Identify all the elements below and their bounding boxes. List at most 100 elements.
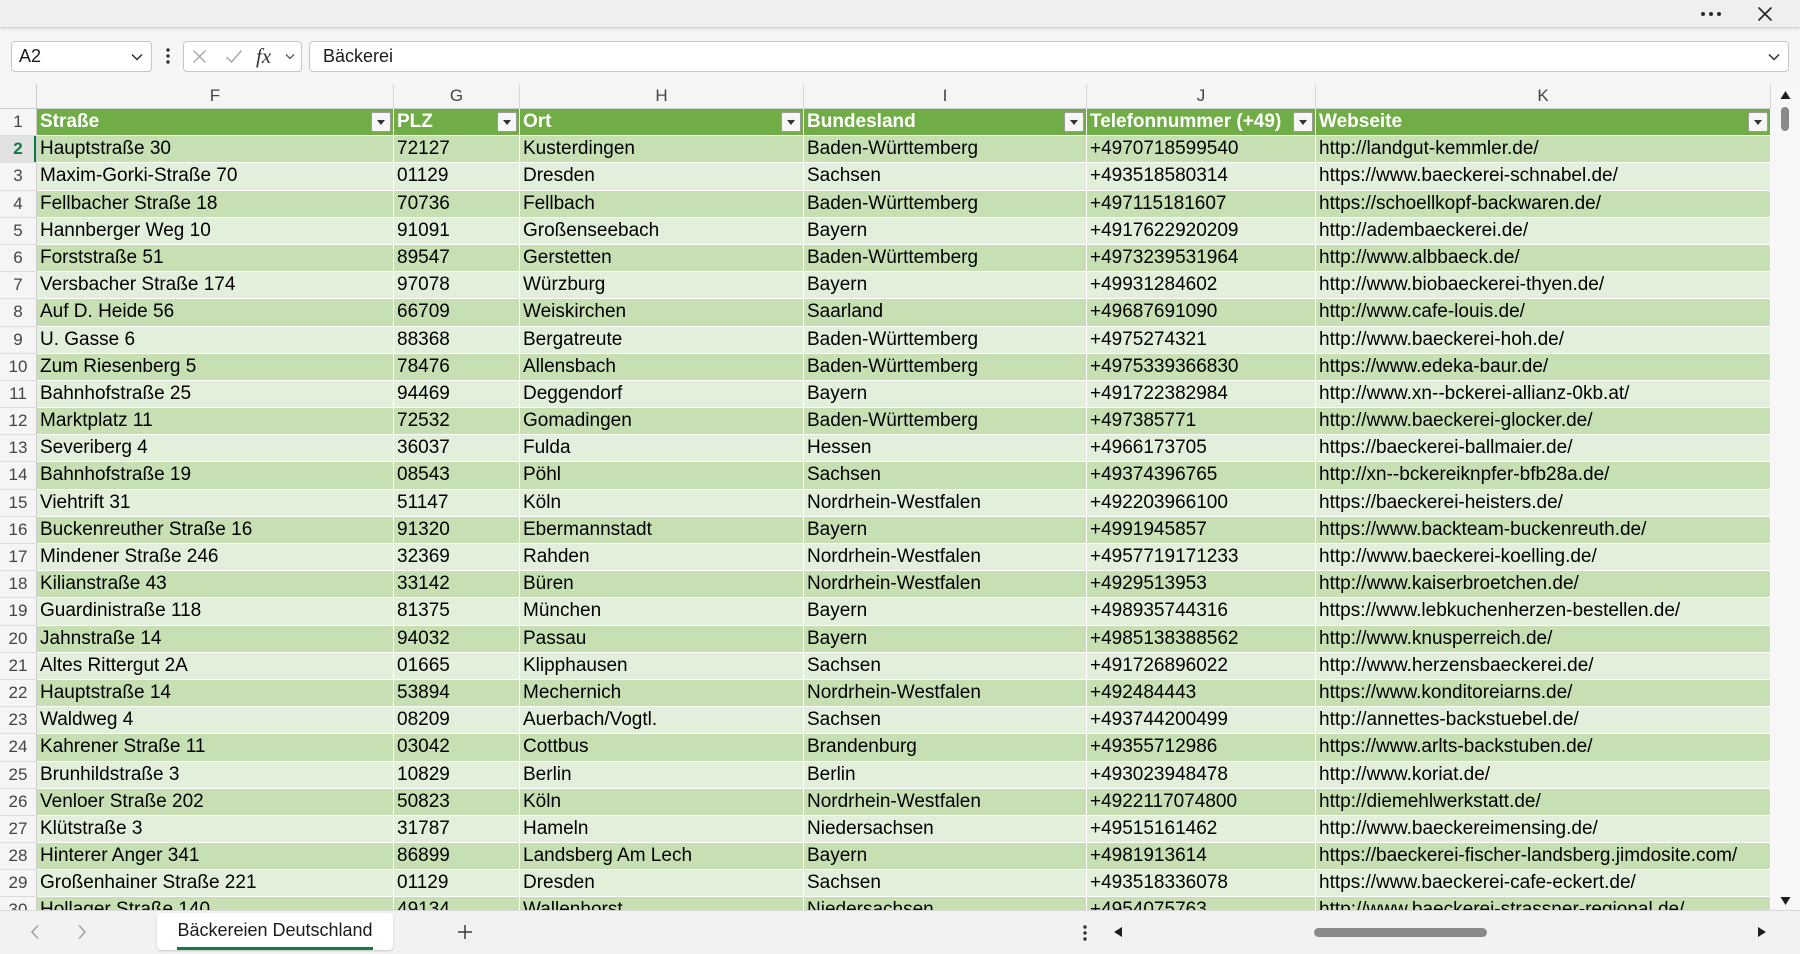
cell-f26[interactable]: Venloer Straße 202 — [37, 788, 394, 816]
cell-h11[interactable]: Deggendorf — [520, 380, 804, 409]
cell-j14[interactable]: +49374396765 — [1087, 462, 1316, 490]
cell-i18[interactable]: Nordrhein-Westfalen — [804, 571, 1087, 599]
header-cell-j1[interactable]: Telefonnummer (+49) — [1087, 109, 1316, 137]
cell-h21[interactable]: Klipphausen — [520, 652, 804, 680]
cell-h26[interactable]: Köln — [520, 788, 804, 816]
vertical-scrollbar[interactable] — [1771, 84, 1800, 910]
cell-h14[interactable]: Pöhl — [520, 462, 804, 490]
chevron-down-icon[interactable] — [131, 53, 143, 61]
sheet-tab-active[interactable]: Bäckereien Deutschland — [157, 913, 393, 950]
cell-g22[interactable]: 53894 — [394, 679, 520, 708]
cell-j5[interactable]: +4917622920209 — [1087, 217, 1316, 245]
cell-i23[interactable]: Sachsen — [804, 707, 1087, 735]
cell-k23[interactable]: http://annettes-backstuebel.de/ — [1316, 707, 1771, 735]
cell-f28[interactable]: Hinterer Anger 341 — [37, 843, 394, 871]
cell-k19[interactable]: https://www.lebkuchenherzen-bestellen.de… — [1316, 598, 1771, 626]
cell-j20[interactable]: +4985138388562 — [1087, 625, 1316, 653]
check-icon[interactable] — [225, 49, 243, 64]
cell-f29[interactable]: Großenhainer Straße 221 — [37, 870, 394, 898]
cell-h25[interactable]: Berlin — [520, 761, 804, 789]
filter-dropdown-button-h[interactable] — [781, 112, 801, 132]
cell-j19[interactable]: +498935744316 — [1087, 598, 1316, 626]
column-header-k[interactable]: K — [1316, 84, 1771, 109]
cell-f14[interactable]: Bahnhofstraße 19 — [37, 462, 394, 490]
cell-k26[interactable]: http://diemehlwerkstatt.de/ — [1316, 788, 1771, 816]
cell-i8[interactable]: Saarland — [804, 299, 1087, 327]
cell-f5[interactable]: Hannberger Weg 10 — [37, 217, 394, 245]
column-header-f[interactable]: F — [37, 84, 394, 109]
cell-i27[interactable]: Niedersachsen — [804, 815, 1087, 844]
cell-g20[interactable]: 94032 — [394, 625, 520, 653]
cell-g19[interactable]: 81375 — [394, 598, 520, 626]
cell-f21[interactable]: Altes Rittergut 2A — [37, 652, 394, 680]
cell-k3[interactable]: https://www.baeckerei-schnabel.de/ — [1316, 163, 1771, 191]
cell-g14[interactable]: 08543 — [394, 462, 520, 490]
cell-k28[interactable]: https://baeckerei-fischer-landsberg.jimd… — [1316, 843, 1771, 871]
cell-i29[interactable]: Sachsen — [804, 870, 1087, 898]
cell-h17[interactable]: Rahden — [520, 544, 804, 572]
cell-h12[interactable]: Gomadingen — [520, 408, 804, 436]
cell-j28[interactable]: +4981913614 — [1087, 843, 1316, 871]
cell-f24[interactable]: Kahrener Straße 11 — [37, 734, 394, 762]
row-header-28[interactable]: 28 — [0, 843, 37, 871]
cell-h24[interactable]: Cottbus — [520, 734, 804, 762]
close-button[interactable] — [1752, 2, 1778, 26]
cell-k5[interactable]: http://adembaeckerei.de/ — [1316, 217, 1771, 245]
cell-k2[interactable]: http://landgut-kemmler.de/ — [1316, 136, 1771, 164]
chevron-right-icon[interactable] — [77, 924, 87, 940]
insert-function-button[interactable]: fx — [256, 42, 271, 71]
row-header-20[interactable]: 20 — [0, 625, 37, 653]
cell-k8[interactable]: http://www.cafe-louis.de/ — [1316, 299, 1771, 327]
row-header-11[interactable]: 11 — [0, 380, 37, 409]
cell-j23[interactable]: +493744200499 — [1087, 707, 1316, 735]
cell-k18[interactable]: http://www.kaiserbroetchen.de/ — [1316, 571, 1771, 599]
chevron-left-icon[interactable] — [30, 924, 40, 940]
cell-h2[interactable]: Kusterdingen — [520, 136, 804, 164]
cell-f4[interactable]: Fellbacher Straße 18 — [37, 190, 394, 218]
header-cell-h1[interactable]: Ort — [520, 109, 804, 137]
cell-f25[interactable]: Brunhildstraße 3 — [37, 761, 394, 789]
scroll-up-arrow-icon[interactable] — [1780, 90, 1791, 100]
row-header-13[interactable]: 13 — [0, 435, 37, 463]
cell-g11[interactable]: 94469 — [394, 380, 520, 409]
row-header-16[interactable]: 16 — [0, 516, 37, 544]
cell-f3[interactable]: Maxim-Gorki-Straße 70 — [37, 163, 394, 191]
cell-k20[interactable]: http://www.knusperreich.de/ — [1316, 625, 1771, 653]
row-header-14[interactable]: 14 — [0, 462, 37, 490]
cell-h15[interactable]: Köln — [520, 489, 804, 517]
cell-h19[interactable]: München — [520, 598, 804, 626]
cell-g23[interactable]: 08209 — [394, 707, 520, 735]
cell-h28[interactable]: Landsberg Am Lech — [520, 843, 804, 871]
cell-f19[interactable]: Guardinistraße 118 — [37, 598, 394, 626]
cell-k14[interactable]: http://xn--bckereiknpfer-bfb28a.de/ — [1316, 462, 1771, 490]
row-header-6[interactable]: 6 — [0, 244, 37, 273]
select-all-corner[interactable] — [0, 84, 37, 109]
cell-k11[interactable]: http://www.xn--bckerei-allianz-0kb.at/ — [1316, 380, 1771, 409]
cell-i12[interactable]: Baden-Württemberg — [804, 408, 1087, 436]
cell-i16[interactable]: Bayern — [804, 516, 1087, 544]
filter-dropdown-button-g[interactable] — [497, 112, 517, 132]
cell-j27[interactable]: +49515161462 — [1087, 815, 1316, 844]
cell-g26[interactable]: 50823 — [394, 788, 520, 816]
cell-h22[interactable]: Mechernich — [520, 679, 804, 708]
header-cell-k1[interactable]: Webseite — [1316, 109, 1771, 137]
cell-f2[interactable]: Hauptstraße 30 — [37, 136, 394, 164]
row-header-1[interactable]: 1 — [0, 109, 37, 137]
row-header-10[interactable]: 10 — [0, 353, 37, 381]
cell-i26[interactable]: Nordrhein-Westfalen — [804, 788, 1087, 816]
cell-i3[interactable]: Sachsen — [804, 163, 1087, 191]
row-header-21[interactable]: 21 — [0, 652, 37, 680]
filter-dropdown-button-f[interactable] — [371, 112, 391, 132]
cell-g9[interactable]: 88368 — [394, 326, 520, 354]
header-cell-i1[interactable]: Bundesland — [804, 109, 1087, 137]
chevron-down-icon[interactable] — [285, 53, 295, 60]
cell-i22[interactable]: Nordrhein-Westfalen — [804, 679, 1087, 708]
cell-i28[interactable]: Bayern — [804, 843, 1087, 871]
cell-k6[interactable]: http://www.albbaeck.de/ — [1316, 244, 1771, 273]
cell-k22[interactable]: https://www.konditoreiarns.de/ — [1316, 679, 1771, 708]
cell-h10[interactable]: Allensbach — [520, 353, 804, 381]
cell-k17[interactable]: http://www.baeckerei-koelling.de/ — [1316, 544, 1771, 572]
cell-j26[interactable]: +4922117074800 — [1087, 788, 1316, 816]
cell-i13[interactable]: Hessen — [804, 435, 1087, 463]
cell-f13[interactable]: Severiberg 4 — [37, 435, 394, 463]
